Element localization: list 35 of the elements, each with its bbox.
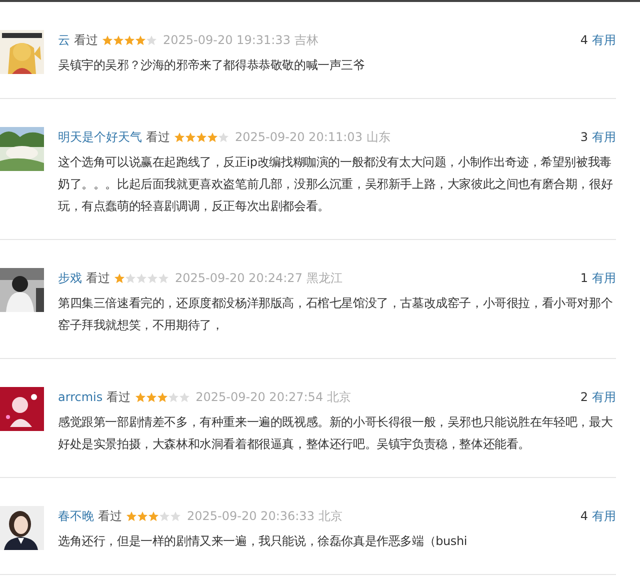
comment-text: 感觉跟第一部剧情差不多，有种重来一遍的既视感。新的小哥长得很一般，吴邪也只能说胜在年轻吧，最大好处是实景拍摄，大森林和水洞看着都很逼真，整体还行吧。吴镇宇负责稳，整体还能看。: [58, 414, 614, 453]
useful-link[interactable]: 有用: [592, 388, 616, 406]
comment-time: 2025-09-20 19:31:33: [163, 33, 290, 47]
comment-time: 2025-09-20 20:27:54: [196, 390, 324, 404]
comment-location: 北京: [318, 508, 342, 524]
username-link[interactable]: 明天是个好天气: [58, 128, 142, 146]
vote-count: 4: [580, 509, 588, 523]
username-link[interactable]: 步戏: [58, 270, 82, 286]
comment-location: 山东: [366, 128, 390, 146]
comment-text: 选角还行，但是一样的剧情又来一遍，我只能说，徐磊你真是作恶多端（bushi: [58, 533, 468, 550]
comment-time: 2025-09-20 20:24:27: [175, 271, 302, 285]
watch-status: 看过: [106, 388, 131, 406]
comment-time: 2025-09-20 20:36:33: [187, 509, 314, 523]
useful-link[interactable]: 有用: [592, 128, 616, 146]
comment-text: 第四集三倍速看完的，还原度都没杨洋那版高，石棺七星馆没了，古墓改成窑子，小哥很拉，看小哥对那个窑子拜我就想笑，不用期待了，: [58, 295, 614, 334]
comment-location: 北京: [327, 388, 352, 406]
vote-count: 1: [580, 271, 588, 285]
watch-status: 看过: [74, 32, 98, 48]
username-link[interactable]: 春不晚: [58, 508, 94, 524]
vote-count: 4: [580, 33, 588, 47]
useful-link[interactable]: 有用: [592, 508, 616, 524]
watch-status: 看过: [98, 508, 122, 524]
comment-time: 2025-09-20 20:11:03: [235, 130, 362, 144]
vote-count: 3: [580, 130, 588, 144]
comment-location: 吉林: [294, 32, 318, 48]
watch-status: 看过: [146, 128, 170, 146]
username-link[interactable]: arrcmis: [58, 390, 103, 404]
useful-link[interactable]: 有用: [592, 32, 616, 48]
vote-count: 2: [580, 390, 588, 404]
watch-status: 看过: [86, 270, 110, 286]
comment-location: 黑龙江: [306, 270, 342, 286]
comment-text: 这个选角可以说赢在起跑线了，反正ip改编找糊咖演的一般都没有太大问题，小制作出奇迹，希望别被我毒奶了。。。比起后面我就更喜欢盗笔前几部，没那么沉重，吴邪新手上路，大家彼此之间也有磨合期，很好玩，有点蠢萌的轻喜剧调调，反正每次出剧都会看。: [58, 154, 614, 215]
useful-link[interactable]: 有用: [592, 270, 616, 286]
comment-text: 吴镇宇的吴邪？沙海的邪帝来了都得恭恭敬敬的喊一声三爷: [58, 57, 366, 74]
username-link[interactable]: 云: [58, 32, 70, 48]
